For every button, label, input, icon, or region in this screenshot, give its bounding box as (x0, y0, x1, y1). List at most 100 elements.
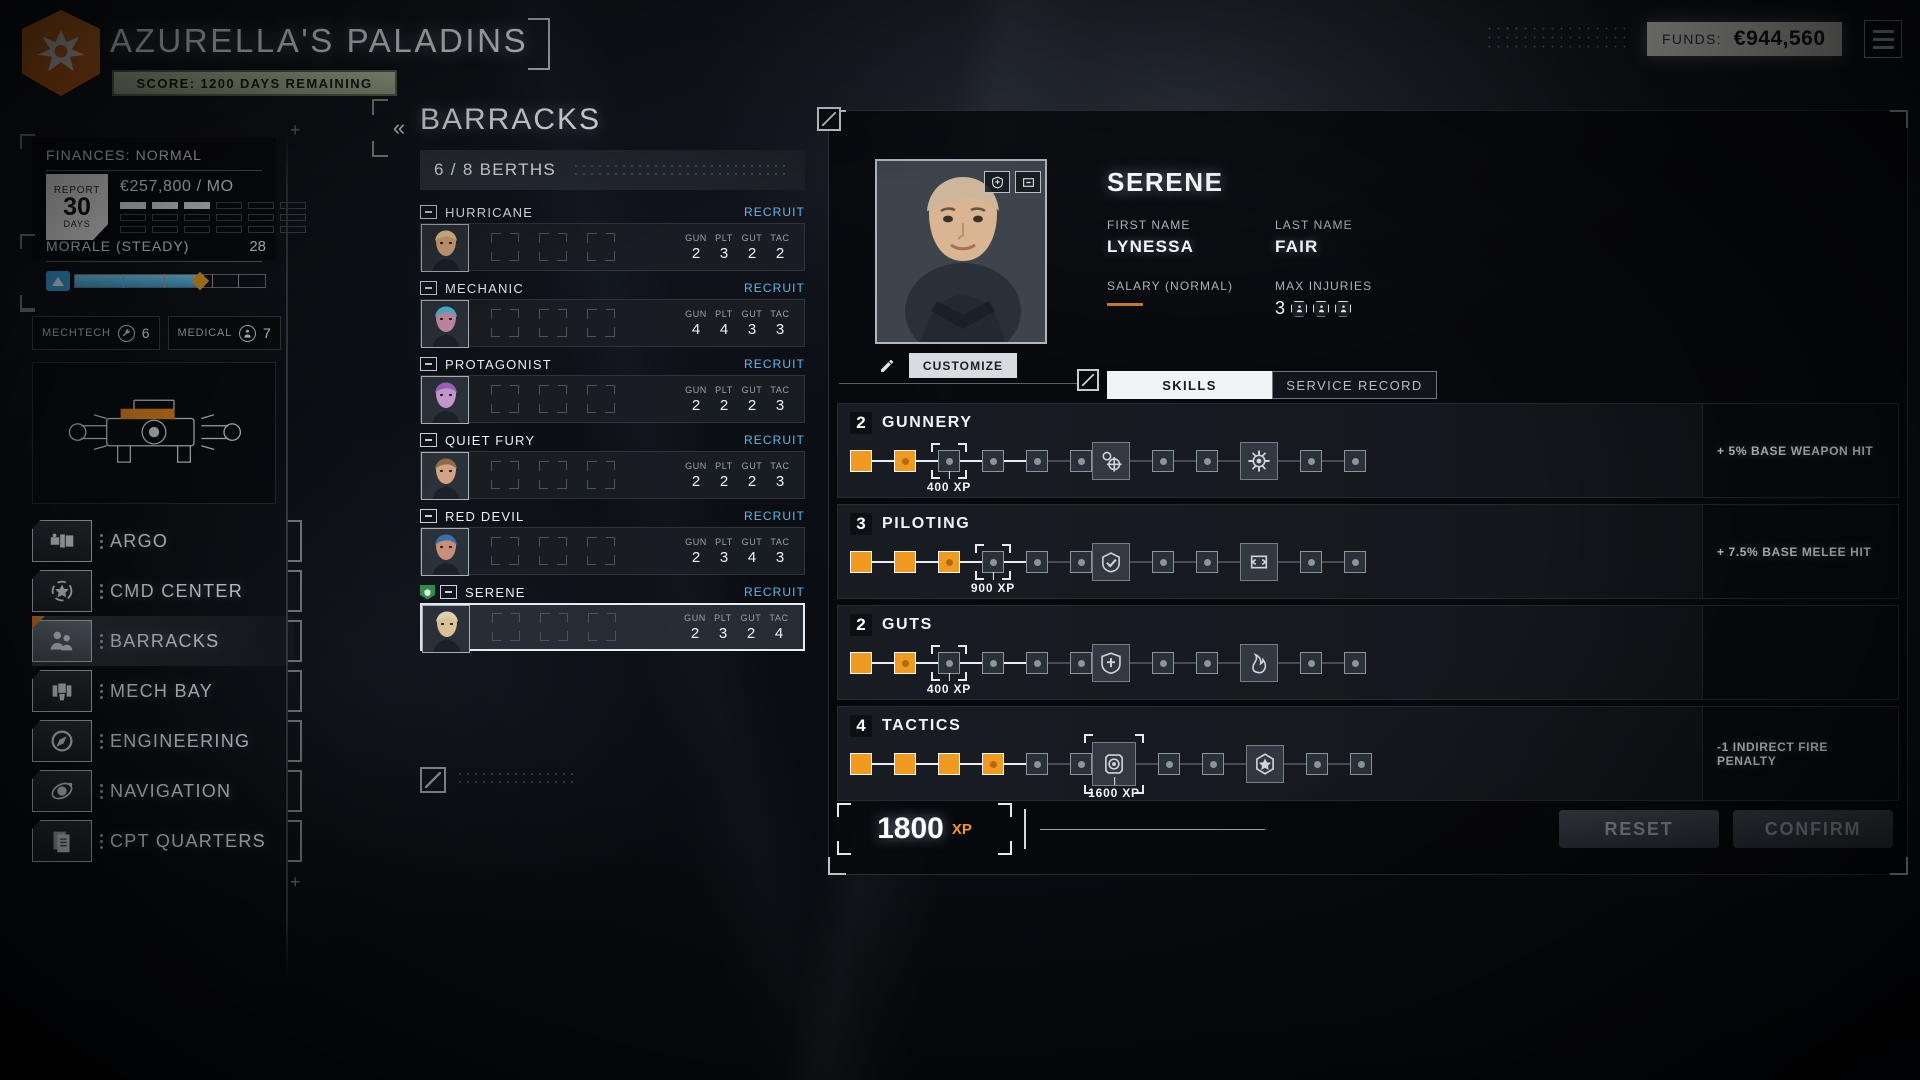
mech-slot[interactable] (491, 461, 519, 489)
skill-node[interactable] (982, 652, 1004, 674)
skill-node[interactable] (1344, 551, 1366, 573)
skill-node[interactable] (1070, 551, 1092, 573)
skill-node[interactable] (894, 450, 916, 472)
list-expand-icon[interactable] (420, 767, 446, 793)
skill-node[interactable] (1350, 753, 1372, 775)
skill-node[interactable] (938, 652, 960, 674)
hamburger-menu-icon[interactable] (1864, 20, 1902, 58)
skill-node[interactable] (1300, 551, 1322, 573)
skill-node[interactable] (1196, 450, 1218, 472)
skill-node[interactable] (1300, 652, 1322, 674)
juggernaut-icon[interactable] (1092, 543, 1130, 581)
skill-node[interactable] (894, 551, 916, 573)
mech-slot[interactable] (587, 537, 615, 565)
mech-slot[interactable] (491, 233, 519, 261)
skill-node[interactable] (1196, 652, 1218, 674)
confirm-button[interactable]: CONFIRM (1733, 810, 1893, 848)
recruit-link[interactable]: RECRUIT (744, 433, 805, 447)
skill-node[interactable] (1026, 551, 1048, 573)
master-tactician-icon[interactable] (1246, 745, 1284, 783)
skill-node[interactable] (1026, 753, 1048, 775)
tab-service-record[interactable]: SERVICE RECORD (1272, 371, 1437, 399)
collapse-badge-icon[interactable] (1015, 171, 1041, 193)
sidebar-item-mech-bay[interactable]: MECH BAY (32, 666, 302, 716)
morale-bar[interactable] (46, 271, 266, 291)
skill-node[interactable] (982, 551, 1004, 573)
skill-node[interactable] (850, 551, 872, 573)
skill-node[interactable] (1306, 753, 1328, 775)
crew-row[interactable]: SERENE RECRUIT GUN 2 PLT 3 GUT 2 TAC 4 (420, 581, 805, 653)
sidebar-item-cpt-quarters[interactable]: CPT QUARTERS (32, 816, 302, 866)
mech-slot[interactable] (540, 613, 568, 641)
called-shot-icon[interactable] (1240, 442, 1278, 480)
tab-skills[interactable]: SKILLS (1107, 371, 1272, 399)
recruit-link[interactable]: RECRUIT (744, 585, 805, 599)
skill-node[interactable] (850, 753, 872, 775)
mech-slot[interactable] (587, 233, 615, 261)
mech-slot[interactable] (539, 461, 567, 489)
evasive-move-icon[interactable] (1240, 543, 1278, 581)
double-chevron-left-icon[interactable]: « (376, 105, 422, 151)
skill-node[interactable] (1070, 753, 1092, 775)
mech-slot[interactable] (539, 385, 567, 413)
skill-node[interactable] (1202, 753, 1224, 775)
sidebar-item-navigation[interactable]: NAVIGATION (32, 766, 302, 816)
sidebar-item-argo[interactable]: ARGO (32, 516, 302, 566)
mech-slot[interactable] (539, 233, 567, 261)
pencil-edit-icon[interactable] (875, 354, 899, 378)
reset-button[interactable]: RESET (1559, 810, 1719, 848)
skill-node[interactable] (1152, 551, 1174, 573)
skill-node[interactable] (982, 450, 1004, 472)
skill-node[interactable] (894, 652, 916, 674)
skill-node[interactable] (1152, 450, 1174, 472)
crew-row[interactable]: PROTAGONIST RECRUIT GUN 2 PLT 2 GUT 2 TAC 3 (420, 353, 805, 424)
skill-node[interactable] (1026, 450, 1048, 472)
skill-node[interactable] (938, 551, 960, 573)
medical-stat[interactable]: MEDICAL 7 (167, 316, 281, 350)
skill-node[interactable] (1344, 450, 1366, 472)
shield-badge-icon[interactable] (984, 171, 1010, 193)
skill-node[interactable] (894, 753, 916, 775)
recruit-link[interactable]: RECRUIT (744, 357, 805, 371)
mech-slot[interactable] (491, 537, 519, 565)
tab-expand-icon[interactable] (1077, 369, 1099, 391)
sidebar-item-cmd-center[interactable]: CMD CENTER (32, 566, 302, 616)
skill-node[interactable] (1196, 551, 1218, 573)
mechtech-stat[interactable]: MECHTECH 6 (32, 316, 160, 350)
mech-slot[interactable] (539, 309, 567, 337)
panel-collapse-icon[interactable] (817, 107, 841, 131)
mech-slot[interactable] (587, 385, 615, 413)
crew-row[interactable]: QUIET FURY RECRUIT GUN 2 PLT 2 GUT 2 TAC 3 (420, 429, 805, 500)
skill-node[interactable] (938, 450, 960, 472)
crew-row[interactable]: MECHANIC RECRUIT GUN 4 PLT 4 GUT 3 TAC 3 (420, 277, 805, 348)
skill-node[interactable] (1158, 753, 1180, 775)
bulwark-icon[interactable] (1092, 644, 1130, 682)
skill-node[interactable] (850, 652, 872, 674)
skill-node[interactable] (938, 753, 960, 775)
recruit-link[interactable]: RECRUIT (744, 205, 805, 219)
mech-slot[interactable] (588, 613, 616, 641)
skill-node[interactable] (1152, 652, 1174, 674)
mech-slot[interactable] (587, 461, 615, 489)
crew-row[interactable]: RED DEVIL RECRUIT GUN 2 PLT 3 GUT 4 TAC 3 (420, 505, 805, 576)
customize-button[interactable]: CUSTOMIZE (909, 353, 1017, 378)
multi-target-icon[interactable] (1092, 442, 1130, 480)
crew-row[interactable]: HURRICANE RECRUIT GUN 2 PLT 3 GUT 2 TAC 2 (420, 201, 805, 272)
mech-slot[interactable] (587, 309, 615, 337)
recruit-link[interactable]: RECRUIT (744, 281, 805, 295)
skill-node[interactable] (1026, 652, 1048, 674)
mech-slot[interactable] (539, 537, 567, 565)
skill-node[interactable] (982, 753, 1004, 775)
skill-node[interactable] (1070, 652, 1092, 674)
mech-slot[interactable] (492, 613, 520, 641)
skill-node[interactable] (1070, 450, 1092, 472)
skill-node[interactable] (850, 450, 872, 472)
sidebar-item-engineering[interactable]: ENGINEERING (32, 716, 302, 766)
coolant-vent-icon[interactable] (1240, 644, 1278, 682)
mech-slot[interactable] (491, 385, 519, 413)
recruit-link[interactable]: RECRUIT (744, 509, 805, 523)
skill-node[interactable] (1344, 652, 1366, 674)
mech-slot[interactable] (491, 309, 519, 337)
sidebar-item-barracks[interactable]: BARRACKS (32, 616, 302, 666)
skill-node[interactable] (1300, 450, 1322, 472)
